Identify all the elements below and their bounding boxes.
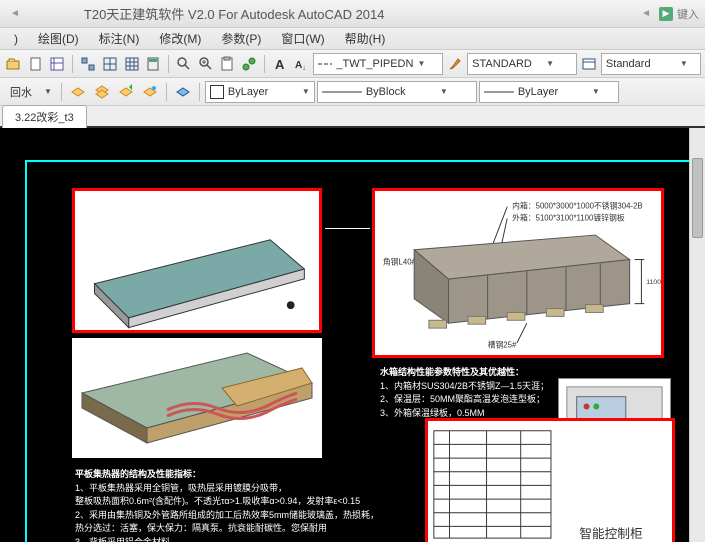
color-dropdown[interactable]: ByLayer ▼	[205, 81, 315, 103]
separator	[72, 55, 73, 73]
tool-draw-icon[interactable]	[239, 53, 259, 75]
svg-text:↓: ↓	[302, 63, 306, 72]
separator	[264, 55, 265, 73]
vertical-scrollbar[interactable]	[689, 128, 705, 542]
chevron-down-icon: ▼	[440, 87, 448, 96]
layer-iso-icon[interactable]	[91, 81, 113, 103]
control-table: 智能控制柜	[428, 421, 672, 542]
separator	[168, 55, 169, 73]
tool-table-icon[interactable]	[579, 53, 599, 75]
ltype-label: ByBlock	[366, 86, 436, 98]
separator	[199, 83, 200, 101]
tool-clip-icon[interactable]	[218, 53, 238, 75]
panel-spec-text: 平板集热器的结构及性能指标： 1、平板集热器采用全铜管，吸热层采用镀膜分吸带， …	[75, 468, 365, 542]
menu-dimension[interactable]: 标注(N)	[89, 27, 150, 50]
title-hint: 键入	[677, 6, 699, 22]
chevron-down-icon: ▼	[680, 59, 688, 68]
water-tank-box: 内箱：5000*3000*1000不锈钢304-2B 外箱：5100*3100*…	[372, 188, 664, 358]
tank-left-label: 角钢L40#	[383, 256, 417, 266]
menu-bar: ) 绘图(D) 标注(N) 修改(M) 参数(P) 窗口(W) 帮助(H)	[0, 28, 705, 50]
textstyle-a-label: STANDARD	[472, 58, 542, 70]
solar-panel-illustration	[75, 191, 319, 333]
layer-prev-icon[interactable]	[115, 81, 137, 103]
layer-prefix-label: 回水	[4, 84, 38, 100]
panel-spec-line: 整板吸热面积0.6m²(含配件)。不透光τα>1.吸收率α>0.94，发射率ε<…	[75, 495, 365, 509]
layer-make-icon[interactable]	[172, 81, 194, 103]
panel-spec-line: 热分选过：活塞，保大保力：隔真泵。抗衰能耐碳性。您保耐用	[75, 522, 365, 536]
drawing-viewport[interactable]: 内箱：5000*3000*1000不锈钢304-2B 外箱：5100*3100*…	[0, 128, 705, 542]
chevron-down-icon[interactable]: ▼	[40, 87, 56, 96]
tool-grid-icon[interactable]	[122, 53, 142, 75]
underfloor-cutaway	[72, 338, 322, 458]
menu-params[interactable]: 参数(P)	[211, 27, 271, 50]
separator	[166, 83, 167, 101]
tank-right-dim: 1100	[646, 279, 661, 286]
tool-brush-icon[interactable]	[445, 53, 465, 75]
separator	[61, 83, 62, 101]
app-title-bar: ◄ T20天正建筑软件 V2.0 For Autodesk AutoCAD 20…	[0, 0, 705, 28]
linetype-dropdown[interactable]: _TWT_PIPEDN ▼	[313, 53, 443, 75]
tank-bottom-label: 槽钢25#	[488, 340, 517, 350]
title-play-icon[interactable]: ▶	[659, 7, 673, 21]
ltype-swatch	[322, 86, 362, 98]
textstyle-a-dropdown[interactable]: STANDARD ▼	[467, 53, 577, 75]
scrollbar-thumb[interactable]	[692, 158, 703, 238]
title-arrow-left: ◄	[10, 8, 20, 19]
tool-search-icon[interactable]	[174, 53, 194, 75]
leader-arrow	[325, 228, 370, 229]
tool-block2-icon[interactable]	[100, 53, 120, 75]
layer-match-icon[interactable]	[139, 81, 161, 103]
panel-spec-line: 3、背板采用铝合金材料	[75, 536, 365, 542]
title-arrow-left2: ◄	[641, 8, 651, 19]
panel-spec-line: 2、采用由集热铜及外管路所组成的加工后热效率5mm储能玻璃盖，热损耗，	[75, 509, 365, 523]
linetype-dropdown-2[interactable]: ByBlock ▼	[317, 81, 477, 103]
color-label: ByLayer	[228, 86, 298, 98]
tool-text-ag-icon[interactable]: A↓	[292, 53, 312, 75]
chevron-down-icon: ▼	[302, 87, 310, 96]
tank-outer-callout: 外箱：5100*3100*1100镀锌钢板	[512, 212, 625, 222]
tool-open-icon[interactable]	[4, 53, 24, 75]
textstyle-b-dropdown[interactable]: Standard ▼	[601, 53, 701, 75]
toolbar-2: 回水 ▼ ByLayer ▼ ByBlock ▼ ByLayer ▼	[0, 78, 705, 106]
tool-block1-icon[interactable]	[78, 53, 98, 75]
menu-window[interactable]: 窗口(W)	[271, 27, 334, 50]
chevron-down-icon: ▼	[592, 87, 600, 96]
toolbar-1: A A↓ _TWT_PIPEDN ▼ STANDARD ▼ Standard ▼	[0, 50, 705, 78]
lweight-label: ByLayer	[518, 86, 588, 98]
tank-spec-text: 水箱结构性能参数特性及其优越性： 1、内箱材SUS304/2B不锈钢Z—1.5天…	[380, 366, 560, 420]
tool-text-a-icon[interactable]: A	[270, 53, 290, 75]
document-tabs: 3.22改彩_t3	[0, 106, 705, 128]
textstyle-b-label: Standard	[606, 58, 676, 70]
svg-text:A: A	[275, 57, 285, 72]
tank-spec-line: 1、内箱材SUS304/2B不锈钢Z—1.5天涯；	[380, 380, 560, 394]
menu-modify[interactable]: 修改(M)	[149, 27, 211, 50]
solar-panel-box	[72, 188, 322, 333]
tool-new-icon[interactable]	[26, 53, 46, 75]
layer-state-icon[interactable]	[67, 81, 89, 103]
cabinet-label: 智能控制柜	[579, 527, 643, 541]
linetype-swatch	[318, 58, 332, 70]
title-right-group: ◄ ▶ 键入	[637, 6, 699, 22]
tool-calc-icon[interactable]	[143, 53, 163, 75]
panel-spec-line: 1、平板集热器采用全铜管，吸热层采用镀膜分吸带，	[75, 482, 365, 496]
menu-paren[interactable]: )	[4, 29, 28, 49]
app-title: T20天正建筑软件 V2.0 For Autodesk AutoCAD 2014	[24, 4, 637, 23]
panel-spec-title: 平板集热器的结构及性能指标：	[75, 468, 365, 482]
tank-spec-line: 2、保温层：50MM聚酯高温发泡连型板；	[380, 393, 560, 407]
menu-help[interactable]: 帮助(H)	[335, 27, 396, 50]
tank-inner-callout: 内箱：5000*3000*1000不锈钢304-2B	[512, 201, 643, 211]
tool-sheet-icon[interactable]	[48, 53, 68, 75]
menu-draw[interactable]: 绘图(D)	[28, 27, 89, 50]
doc-tab-active[interactable]: 3.22改彩_t3	[2, 105, 87, 128]
tank-spec-title: 水箱结构性能参数特性及其优越性：	[380, 366, 560, 380]
color-swatch	[210, 85, 224, 99]
chevron-down-icon: ▼	[546, 59, 554, 68]
control-cabinet-box: 智能控制柜	[425, 418, 675, 542]
lweight-swatch	[484, 86, 514, 98]
water-tank-illustration: 内箱：5000*3000*1000不锈钢304-2B 外箱：5100*3100*…	[375, 191, 661, 358]
tool-zoom-icon[interactable]	[196, 53, 216, 75]
linetype-label: _TWT_PIPEDN	[336, 58, 413, 70]
chevron-down-icon: ▼	[417, 59, 425, 68]
lineweight-dropdown[interactable]: ByLayer ▼	[479, 81, 619, 103]
